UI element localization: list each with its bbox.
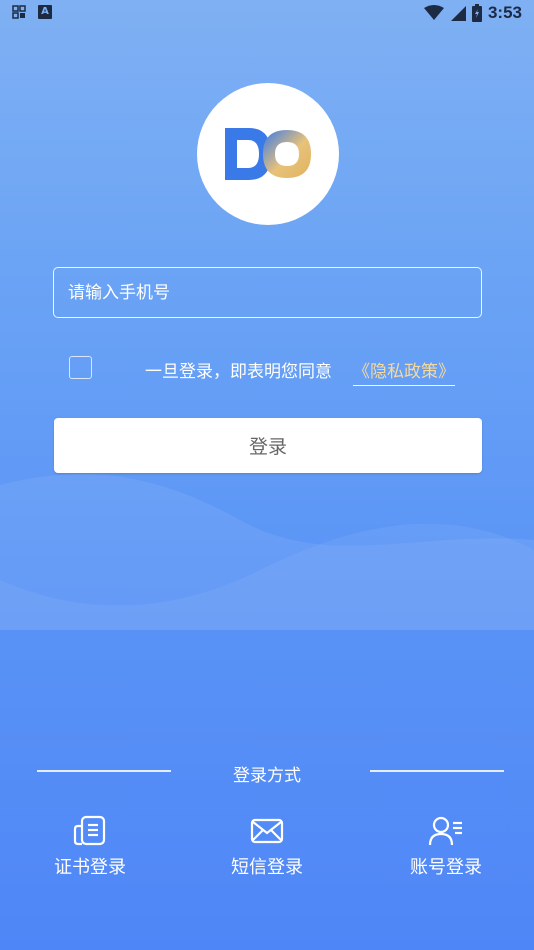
battery-icon (471, 4, 482, 22)
certificate-login-button[interactable]: 证书登录 (30, 815, 150, 879)
a-badge-icon: A (38, 5, 52, 19)
wifi-icon (423, 5, 444, 20)
sms-login-button[interactable]: 短信登录 (207, 815, 327, 879)
certificate-login-label: 证书登录 (54, 857, 126, 878)
grid-icon (12, 5, 26, 19)
sms-login-label: 短信登录 (231, 857, 303, 878)
app-logo (197, 83, 339, 225)
user-list-icon (428, 816, 462, 846)
background-waves (0, 474, 534, 630)
privacy-policy-link[interactable]: 《隐私政策》 (353, 357, 455, 386)
phone-number-input[interactable] (53, 267, 482, 318)
clock: 3:53 (487, 3, 522, 22)
login-methods-title: 登录方式 (233, 766, 301, 786)
agree-text: 一旦登录，即表明您同意 (145, 362, 332, 382)
account-login-button[interactable]: 账号登录 (386, 815, 506, 879)
certificate-icon (73, 815, 106, 846)
status-bar: A 3:53 (0, 0, 534, 28)
signal-icon (450, 6, 466, 21)
account-login-label: 账号登录 (410, 857, 482, 878)
do-logo-icon (225, 128, 311, 180)
agree-checkbox[interactable] (69, 356, 92, 379)
envelope-icon (250, 818, 284, 844)
login-button[interactable]: 登录 (54, 418, 482, 473)
